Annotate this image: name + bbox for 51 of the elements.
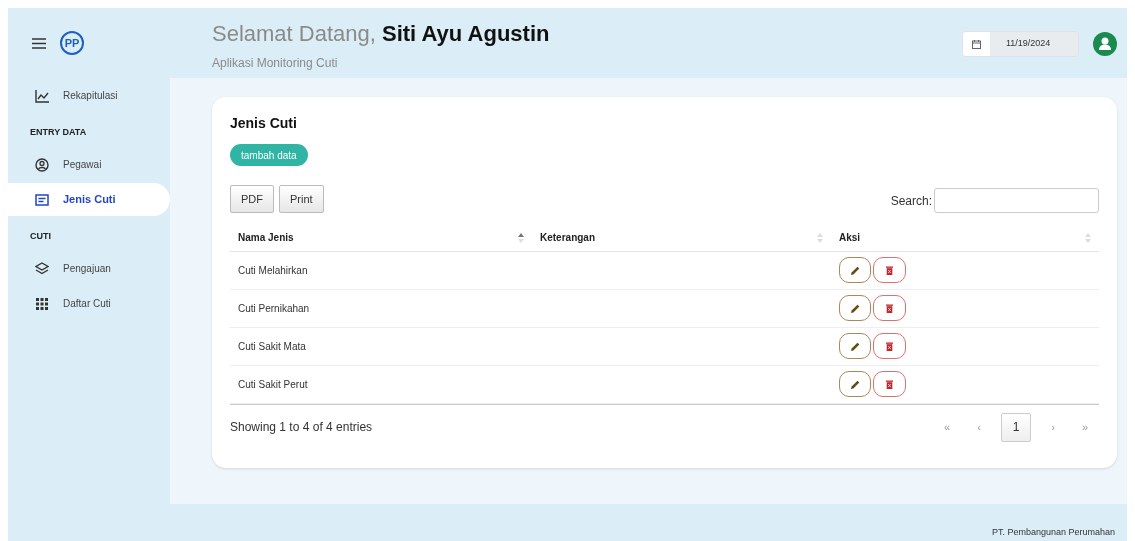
trash-icon [886,379,893,389]
delete-button[interactable] [873,295,906,321]
footer-text: PT. Pembangunan Perumahan [991,525,1115,539]
table-cell: Cuti Sakit Perut [238,378,308,390]
user-name: Siti Ayu Agustin [382,21,550,46]
date-field[interactable]: 11/19/2024 [962,31,1079,57]
table-cell: Cuti Melahirkan [238,264,308,276]
section-heading: ENTRY DATA [29,126,88,140]
trash-icon [886,265,893,275]
column-header[interactable]: Keterangan [532,225,831,251]
grid-icon [35,296,49,311]
column-header[interactable]: Nama Jenis [230,225,532,251]
entries-info: Showing 1 to 4 of 4 entries [230,419,373,436]
pencil-icon [850,341,860,351]
edit-button[interactable] [839,257,871,283]
table-cell: Cuti Pernikahan [238,302,310,314]
column-header[interactable]: Aksi [831,225,1099,251]
pencil-icon [850,379,860,389]
search-field[interactable] [934,188,1099,213]
user-circle-icon [35,157,49,172]
trash-icon [886,341,893,351]
logo: PP [60,31,84,55]
trash-icon [886,303,893,313]
layers-icon [35,261,49,276]
document-icon [35,192,49,207]
calendar-icon [972,39,981,49]
sidebar-item[interactable]: Jenis Cuti [8,183,170,216]
greeting-text: Selamat Datang, [212,21,376,46]
sidebar-item[interactable]: Pegawai [8,147,170,182]
app-subtitle: Aplikasi Monitoring Cuti [212,55,339,72]
menu-icon[interactable] [32,37,46,49]
export-button[interactable]: PDF [230,185,274,213]
export-button[interactable]: Print [279,185,324,213]
avatar-icon[interactable] [1093,32,1117,56]
page-button[interactable]: 1 [1001,412,1031,442]
edit-button[interactable] [839,371,871,397]
search-label: Search: [890,192,932,210]
line-chart-icon [35,88,49,103]
table-cell: Cuti Sakit Mata [238,340,306,352]
card-title: Jenis Cuti [230,114,298,133]
pencil-icon [850,303,860,313]
edit-button[interactable] [839,333,871,359]
sidebar-item[interactable]: Daftar Cuti [8,286,170,321]
delete-button[interactable] [873,333,906,359]
sidebar-item[interactable]: Pengajuan [8,251,170,286]
section-heading: CUTI [29,230,52,244]
edit-button[interactable] [839,295,871,321]
sidebar-item[interactable]: Rekapitulasi [8,78,170,113]
delete-button[interactable] [873,257,906,283]
pencil-icon [850,265,860,275]
delete-button[interactable] [873,371,906,397]
